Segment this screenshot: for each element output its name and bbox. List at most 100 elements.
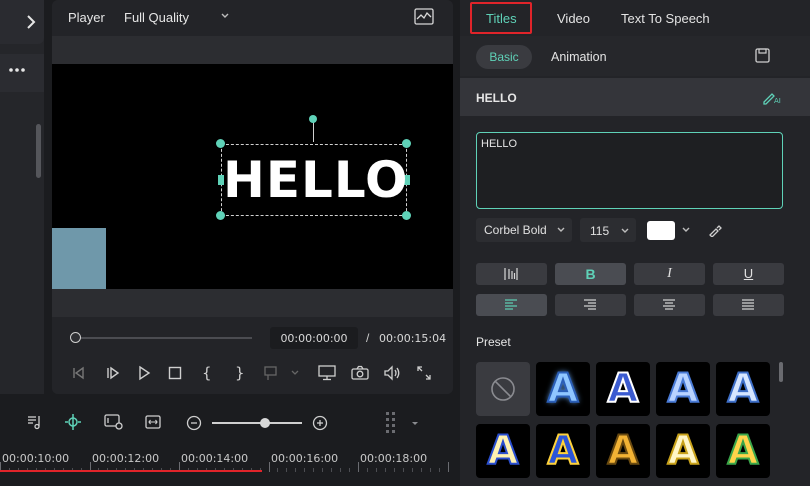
underline-label: U [743,266,754,281]
track-layout-icon[interactable] [384,410,420,434]
overlay-clip[interactable] [52,228,106,289]
ruler-minor-tick [402,468,404,472]
timeline-toolbar [0,404,453,442]
subtab-animation[interactable]: Animation [551,50,607,64]
font-size-dropdown[interactable]: 115 [580,218,636,242]
align-center-button[interactable] [634,294,705,316]
fullscreen-icon[interactable] [416,365,432,381]
left-scrollbar[interactable] [36,124,41,178]
save-icon[interactable] [755,48,770,63]
preview-margin-bottom [52,289,453,317]
zoom-out-icon[interactable] [186,415,202,431]
previous-frame-icon[interactable] [70,365,88,381]
stop-icon[interactable] [168,366,182,380]
preset-item[interactable]: A [656,362,710,416]
playhead-range [0,470,262,472]
ruler-minor-tick [438,468,440,472]
mark-in-icon[interactable]: { [202,364,212,382]
volume-icon[interactable] [383,365,401,381]
tab-titles[interactable]: Titles [486,11,517,26]
title-text-input[interactable]: HELLO [476,132,783,209]
align-right-button[interactable] [555,294,626,316]
quality-dropdown[interactable]: Full Quality [116,4,236,30]
ruler-minor-tick [340,468,342,472]
ruler-minor-tick [366,468,368,472]
ruler-label: 00:00:16:00 [271,452,339,465]
preview-render-icon[interactable] [104,414,124,430]
waveform-chart-icon[interactable] [414,8,434,25]
marker-dropdown-icon[interactable] [264,365,304,381]
player-controls: 00:00:00:00 / 00:00:15:04 { } [52,317,453,394]
italic-label: I [667,266,672,281]
progress-track[interactable] [74,337,252,339]
underline-button[interactable]: U [713,263,784,285]
ruler-minor-tick [331,468,333,472]
player-header: Player Full Quality [52,0,453,36]
chevron-right-icon[interactable] [24,12,38,32]
tab-text-to-speech[interactable]: Text To Speech [621,11,710,26]
ruler-minor-tick [420,468,422,472]
subtab-basic-label: Basic [489,50,519,64]
snap-magnet-icon[interactable] [64,413,82,431]
preset-item[interactable]: A [536,424,590,478]
monitor-icon[interactable] [318,365,336,381]
spacing-button[interactable] [476,263,547,285]
left-panel [0,0,44,394]
resize-handle-top-left[interactable] [216,139,225,148]
next-frame-icon[interactable] [104,365,122,381]
zoom-in-icon[interactable] [312,415,328,431]
ruler-minor-tick [393,468,395,472]
preset-item[interactable]: A [536,362,590,416]
more-horizontal-icon[interactable] [8,66,26,74]
preview-title-text: HELLO [223,151,409,209]
resize-handle-bottom-left[interactable] [216,211,225,220]
zoom-slider-handle[interactable] [260,418,270,428]
total-time: 00:00:15:04 [379,332,447,345]
preview-margin-top [52,36,453,64]
resize-handle-bottom-right[interactable] [402,211,411,220]
preset-none[interactable] [476,362,530,416]
tab-video[interactable]: Video [557,11,590,26]
preset-item[interactable]: A [596,424,650,478]
progress-handle[interactable] [70,332,81,343]
align-left-button[interactable] [476,294,547,316]
preset-item[interactable]: A [596,362,650,416]
ruler-minor-tick [304,468,306,472]
ruler-minor-tick [313,468,315,472]
bold-button[interactable]: B [555,263,626,285]
ai-pen-icon[interactable]: AI [762,89,782,105]
color-swatch[interactable] [647,221,675,240]
camera-icon[interactable] [351,365,369,381]
preset-scrollbar[interactable] [779,362,783,382]
play-icon[interactable] [136,365,152,381]
preset-item[interactable]: A [716,424,770,478]
ruler-label: 00:00:14:00 [181,452,249,465]
eyedropper-icon[interactable] [708,223,722,237]
zoom-slider-track[interactable] [212,422,302,424]
title-text-value: HELLO [481,138,518,150]
preset-item[interactable]: A [716,362,770,416]
rotate-handle[interactable] [309,115,317,123]
player-panel: Player Full Quality HELLO 00:00:00:00 / … [52,0,453,394]
chevron-down-icon[interactable] [681,225,691,235]
chevron-down-icon [556,225,566,235]
font-size-value: 115 [590,224,610,238]
video-preview[interactable]: HELLO [52,64,453,289]
resize-handle-top-right[interactable] [402,139,411,148]
ruler-label: 00:00:18:00 [360,452,428,465]
player-label: Player [68,10,105,25]
fit-timeline-icon[interactable] [145,415,161,429]
audio-icon[interactable] [26,414,42,430]
italic-button[interactable]: I [634,263,705,285]
ruler-minor-tick [384,468,386,472]
ruler-major-tick [447,462,449,472]
ruler-major-tick [358,462,359,472]
subtab-basic[interactable]: Basic [476,45,532,69]
mark-out-icon[interactable]: } [235,364,245,382]
align-justify-button[interactable] [713,294,784,316]
preset-item[interactable]: A [656,424,710,478]
font-family-dropdown[interactable]: Corbel Bold [476,218,572,242]
ruler-minor-tick [411,468,413,472]
preset-item[interactable]: A [476,424,530,478]
current-time-field[interactable]: 00:00:00:00 [270,327,358,349]
